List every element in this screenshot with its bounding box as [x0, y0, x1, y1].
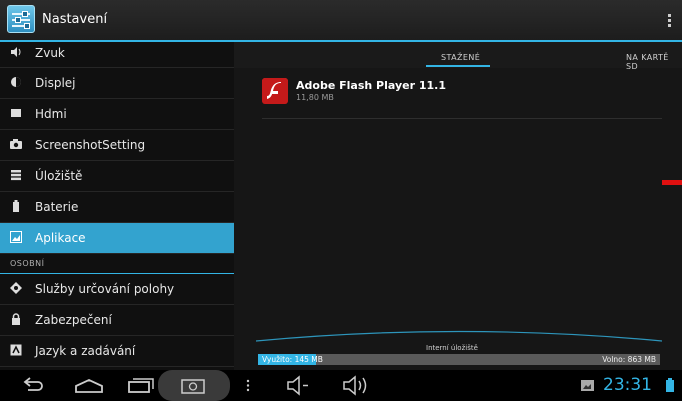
storage-usage-bar: Využito: 145 MB Volno: 863 MB [258, 354, 660, 365]
settings-sliders-icon[interactable] [7, 5, 35, 33]
app-size: 11,80 MB [296, 93, 334, 102]
section-header-personal: OSOBNÍ [0, 254, 234, 274]
tab-strip: STAŽENÉ NA KARTĚ SD [234, 42, 682, 71]
sidebar-item-baterie[interactable]: Baterie [0, 192, 234, 223]
list-item[interactable]: Adobe Flash Player 11.1 11,80 MB [262, 76, 662, 119]
screenshot-icon[interactable] [158, 370, 230, 401]
hdmi-icon [11, 109, 21, 117]
app-title: Nastavení [42, 12, 108, 27]
storage-icon [11, 170, 21, 181]
speaker-icon [11, 47, 21, 57]
flash-player-icon [262, 78, 288, 104]
sidebar-item-label: Aplikace [35, 231, 86, 245]
sidebar-item-location[interactable]: Služby určování polohy [0, 274, 234, 305]
location-icon [10, 282, 22, 294]
recent-apps-icon[interactable] [126, 370, 156, 401]
sidebar-item-label: Úložiště [35, 169, 83, 183]
app-name: Adobe Flash Player 11.1 [296, 79, 446, 92]
overflow-menu-icon[interactable] [668, 14, 672, 29]
sidebar-item-label: Zvuk [35, 46, 65, 60]
lock-icon [12, 313, 20, 325]
sidebar-item-label: Hdmi [35, 107, 67, 121]
sidebar-item-label: Jazyk a zadávání [35, 344, 136, 358]
back-icon[interactable] [18, 370, 46, 401]
sidebar-item-label: Služby určování polohy [35, 282, 175, 296]
system-navigation-bar: 23:31 [0, 370, 682, 401]
action-bar: Nastavení [0, 0, 682, 42]
home-icon[interactable] [72, 370, 106, 401]
apps-icon [10, 231, 22, 243]
apps-panel: STAŽENÉ NA KARTĚ SD Adobe Flash Player 1… [234, 42, 682, 370]
sidebar-item-zvuk[interactable]: Zvuk [0, 42, 234, 68]
clock: 23:31 [603, 375, 652, 395]
display-icon [11, 77, 21, 87]
settings-sidebar: Zvuk Displej Hdmi ScreenshotSetting Úlož… [0, 42, 234, 370]
sidebar-item-displej[interactable]: Displej [0, 68, 234, 99]
battery-status-icon [666, 378, 674, 392]
sidebar-item-security[interactable]: Zabezpečení [0, 305, 234, 336]
volume-down-icon[interactable] [284, 370, 314, 401]
tab-sd-card[interactable]: NA KARTĚ SD [626, 53, 682, 71]
gallery-notification-icon[interactable] [580, 370, 596, 401]
sidebar-item-aplikace[interactable]: Aplikace [0, 223, 234, 254]
sidebar-item-screenshot[interactable]: ScreenshotSetting [0, 130, 234, 161]
sidebar-item-hdmi[interactable]: Hdmi [0, 99, 234, 130]
storage-glow-curve [256, 330, 662, 342]
sidebar-item-language[interactable]: Jazyk a zadávání [0, 336, 234, 367]
tab-selected-indicator [426, 65, 490, 67]
storage-used-label: Využito: 145 MB [262, 355, 323, 364]
battery-icon [13, 200, 19, 212]
sidebar-item-label: ScreenshotSetting [35, 138, 146, 152]
camera-icon [10, 139, 22, 149]
menu-dots-icon[interactable] [243, 370, 253, 401]
keyboard-icon [10, 344, 22, 356]
storage-free-label: Volno: 863 MB [602, 355, 656, 364]
sidebar-item-label: Displej [35, 76, 76, 90]
sidebar-item-label: Zabezpečení [35, 313, 112, 327]
tab-downloaded[interactable]: STAŽENÉ [441, 53, 480, 62]
volume-up-icon[interactable] [340, 370, 374, 401]
scroll-marker [662, 180, 682, 185]
sidebar-item-label: Baterie [35, 200, 79, 214]
sidebar-item-uloziste[interactable]: Úložiště [0, 161, 234, 192]
storage-title: Interní úložiště [426, 344, 478, 352]
